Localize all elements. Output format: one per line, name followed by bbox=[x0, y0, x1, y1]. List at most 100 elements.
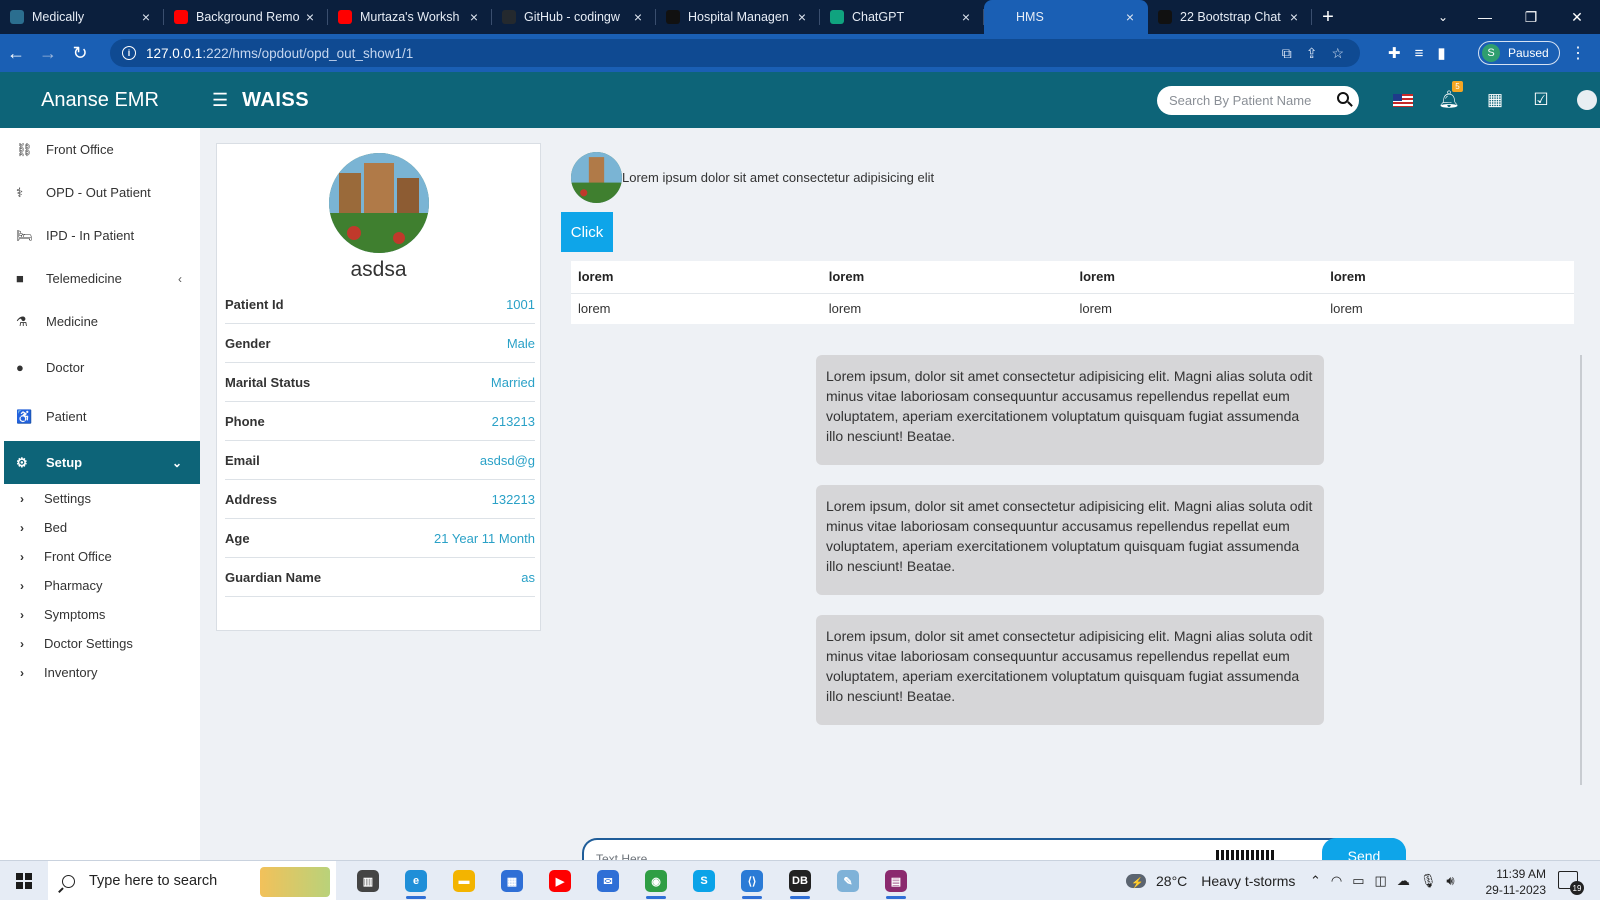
taskbar-app[interactable]: S bbox=[680, 861, 728, 900]
tab-close-icon[interactable]: × bbox=[302, 9, 318, 25]
store-icon: ▦ bbox=[501, 870, 523, 892]
taskbar-app[interactable]: ⟨⟩ bbox=[728, 861, 776, 900]
storm-cloud-icon bbox=[1126, 874, 1146, 889]
file-explorer-icon: ▬ bbox=[453, 870, 475, 892]
sidebar-item-front-office[interactable]: ⛓ Front Office bbox=[0, 128, 200, 171]
message-scrollbar[interactable] bbox=[1580, 355, 1582, 785]
hamburger-menu-icon[interactable]: ☰ bbox=[212, 90, 228, 111]
browser-tab[interactable]: ChatGPT × bbox=[820, 0, 984, 34]
sidebar-item-ipd-in-patient[interactable]: 🛏 IPD - In Patient bbox=[0, 214, 200, 257]
meet-now-icon[interactable]: ◫ bbox=[1375, 873, 1387, 889]
sidebar-item-doctor[interactable]: ● Doctor bbox=[0, 343, 200, 392]
bookmark-star-icon[interactable]: ☆ bbox=[1331, 45, 1344, 62]
notification-center-icon[interactable]: 19 bbox=[1558, 871, 1584, 895]
translate-icon[interactable]: ⧉ bbox=[1282, 45, 1292, 62]
browser-tab[interactable]: Medically × bbox=[0, 0, 164, 34]
sidebar-item-setup[interactable]: ⚙ Setup ⌄ bbox=[4, 441, 200, 484]
battery-icon[interactable]: ▭ bbox=[1352, 873, 1364, 889]
taskbar-app[interactable]: ▦ bbox=[488, 861, 536, 900]
microphone-icon[interactable]: 🎙︎ bbox=[1420, 873, 1437, 889]
onedrive-icon[interactable]: ☁ bbox=[1397, 873, 1410, 889]
sidebar-subitem-doctor-settings[interactable]: › Doctor Settings bbox=[0, 629, 200, 658]
url-path: :222/hms/opdout/opd_out_show1/1 bbox=[202, 45, 414, 61]
search-icon[interactable] bbox=[1337, 92, 1349, 104]
browser-tab[interactable]: Murtaza's Worksh × bbox=[328, 0, 492, 34]
taskbar-app[interactable]: DB bbox=[776, 861, 824, 900]
browser-tab[interactable]: 22 Bootstrap Chat × bbox=[1148, 0, 1312, 34]
user-avatar[interactable] bbox=[1564, 90, 1600, 110]
wifi-icon[interactable]: ◠ bbox=[1331, 873, 1342, 889]
sidebar-item-patient[interactable]: ♿ Patient bbox=[0, 392, 200, 441]
browser-tab[interactable]: Background Remo × bbox=[164, 0, 328, 34]
patient-field-row: Email asdsd@g bbox=[225, 441, 535, 480]
side-panel-icon[interactable]: ▮ bbox=[1437, 44, 1445, 62]
calendar-icon[interactable]: ▦ bbox=[1472, 90, 1518, 110]
sidebar-subitem-front-office[interactable]: › Front Office bbox=[0, 542, 200, 571]
patient-field-value: 213213 bbox=[491, 413, 535, 429]
sidebar-subitem-settings[interactable]: › Settings bbox=[0, 484, 200, 513]
browser-tab[interactable]: Hospital Managen × bbox=[656, 0, 820, 34]
minimize-icon[interactable]: — bbox=[1462, 0, 1508, 34]
sidebar-subitem-inventory[interactable]: › Inventory bbox=[0, 658, 200, 687]
windows-start-icon[interactable] bbox=[16, 873, 32, 889]
reload-icon[interactable]: ↻ bbox=[64, 43, 96, 64]
chevron-down-icon: ⌄ bbox=[171, 455, 182, 470]
weather-widget[interactable]: 28°C Heavy t-storms bbox=[1126, 861, 1295, 900]
taskbar-app[interactable]: e bbox=[392, 861, 440, 900]
close-window-icon[interactable]: ✕ bbox=[1554, 0, 1600, 34]
notification-bell-icon[interactable]: 🔔︎ 5 bbox=[1426, 81, 1472, 110]
sidebar-item-label: Front Office bbox=[46, 142, 114, 157]
tab-close-icon[interactable]: × bbox=[630, 9, 646, 25]
share-icon[interactable]: ⇪ bbox=[1306, 45, 1318, 62]
browser-menu-icon[interactable]: ⋮ bbox=[1570, 34, 1586, 72]
tab-close-icon[interactable]: × bbox=[1286, 9, 1302, 25]
browser-tab[interactable]: HMS × bbox=[984, 0, 1148, 34]
browser-tab[interactable]: GitHub - codingw × bbox=[492, 0, 656, 34]
brand-logo[interactable]: Ananse EMR bbox=[0, 89, 200, 112]
taskbar-app[interactable]: ▤ bbox=[872, 861, 920, 900]
patient-search-input[interactable] bbox=[1169, 93, 1329, 108]
taskbar-app[interactable]: ▶ bbox=[536, 861, 584, 900]
click-button[interactable]: Click bbox=[561, 212, 613, 252]
tab-close-icon[interactable]: × bbox=[138, 9, 154, 25]
sidebar-item-telemedicine[interactable]: ■ Telemedicine ‹ bbox=[0, 257, 200, 300]
tab-title: Medically bbox=[32, 10, 85, 24]
url-field[interactable]: i 127.0.0.1:222/hms/opdout/opd_out_show1… bbox=[110, 39, 1360, 67]
taskbar-app[interactable]: ▥ bbox=[344, 861, 392, 900]
sidebar-item-opd-out-patient[interactable]: ⚕ OPD - Out Patient bbox=[0, 171, 200, 214]
tab-close-icon[interactable]: × bbox=[794, 9, 810, 25]
tab-close-icon[interactable]: × bbox=[466, 9, 482, 25]
language-flag-icon[interactable] bbox=[1380, 93, 1426, 107]
tab-close-icon[interactable]: × bbox=[958, 9, 974, 25]
sidebar-subitem-bed[interactable]: › Bed bbox=[0, 513, 200, 542]
taskbar-app[interactable]: ✎ bbox=[824, 861, 872, 900]
tab-close-icon[interactable]: × bbox=[1122, 9, 1138, 25]
video-icon: ■ bbox=[16, 271, 24, 286]
new-tab-icon[interactable]: + bbox=[1312, 0, 1344, 34]
sidebar-subitem-pharmacy[interactable]: › Pharmacy bbox=[0, 571, 200, 600]
chat-avatar bbox=[571, 152, 622, 203]
taskbar-app[interactable]: ✉ bbox=[584, 861, 632, 900]
restore-icon[interactable]: ❐ bbox=[1508, 0, 1554, 34]
forward-icon[interactable]: → bbox=[32, 43, 64, 64]
reading-list-icon[interactable]: ≡ bbox=[1415, 45, 1424, 62]
tab-title: Murtaza's Worksh bbox=[360, 10, 460, 24]
sidebar-subitem-symptoms[interactable]: › Symptoms bbox=[0, 600, 200, 629]
volume-icon[interactable]: 🔊︎ bbox=[1446, 873, 1454, 889]
site-info-icon[interactable]: i bbox=[122, 46, 136, 60]
taskbar-app[interactable]: ◉ bbox=[632, 861, 680, 900]
tab-search-icon[interactable]: ⌄ bbox=[1428, 0, 1458, 34]
sidebar-subitem-label: Bed bbox=[44, 520, 68, 535]
extensions-icon[interactable]: ✚ bbox=[1388, 44, 1401, 62]
hospital-icon bbox=[666, 10, 680, 24]
profile-button[interactable]: S Paused bbox=[1478, 41, 1560, 65]
clock[interactable]: 11:39 AM 29-11-2023 bbox=[1480, 866, 1547, 898]
task-check-icon[interactable]: ☑ bbox=[1518, 90, 1564, 110]
back-icon[interactable]: ← bbox=[0, 43, 32, 64]
taskbar-search[interactable]: Type here to search bbox=[48, 861, 336, 900]
send-button[interactable]: Send bbox=[1322, 838, 1406, 864]
show-hidden-icons-icon[interactable]: ⌃ bbox=[1310, 873, 1321, 889]
sidebar-item-medicine[interactable]: ⚗ Medicine bbox=[0, 300, 200, 343]
taskbar-app[interactable]: ▬ bbox=[440, 861, 488, 900]
table-header-cell: lorem bbox=[1330, 269, 1366, 285]
